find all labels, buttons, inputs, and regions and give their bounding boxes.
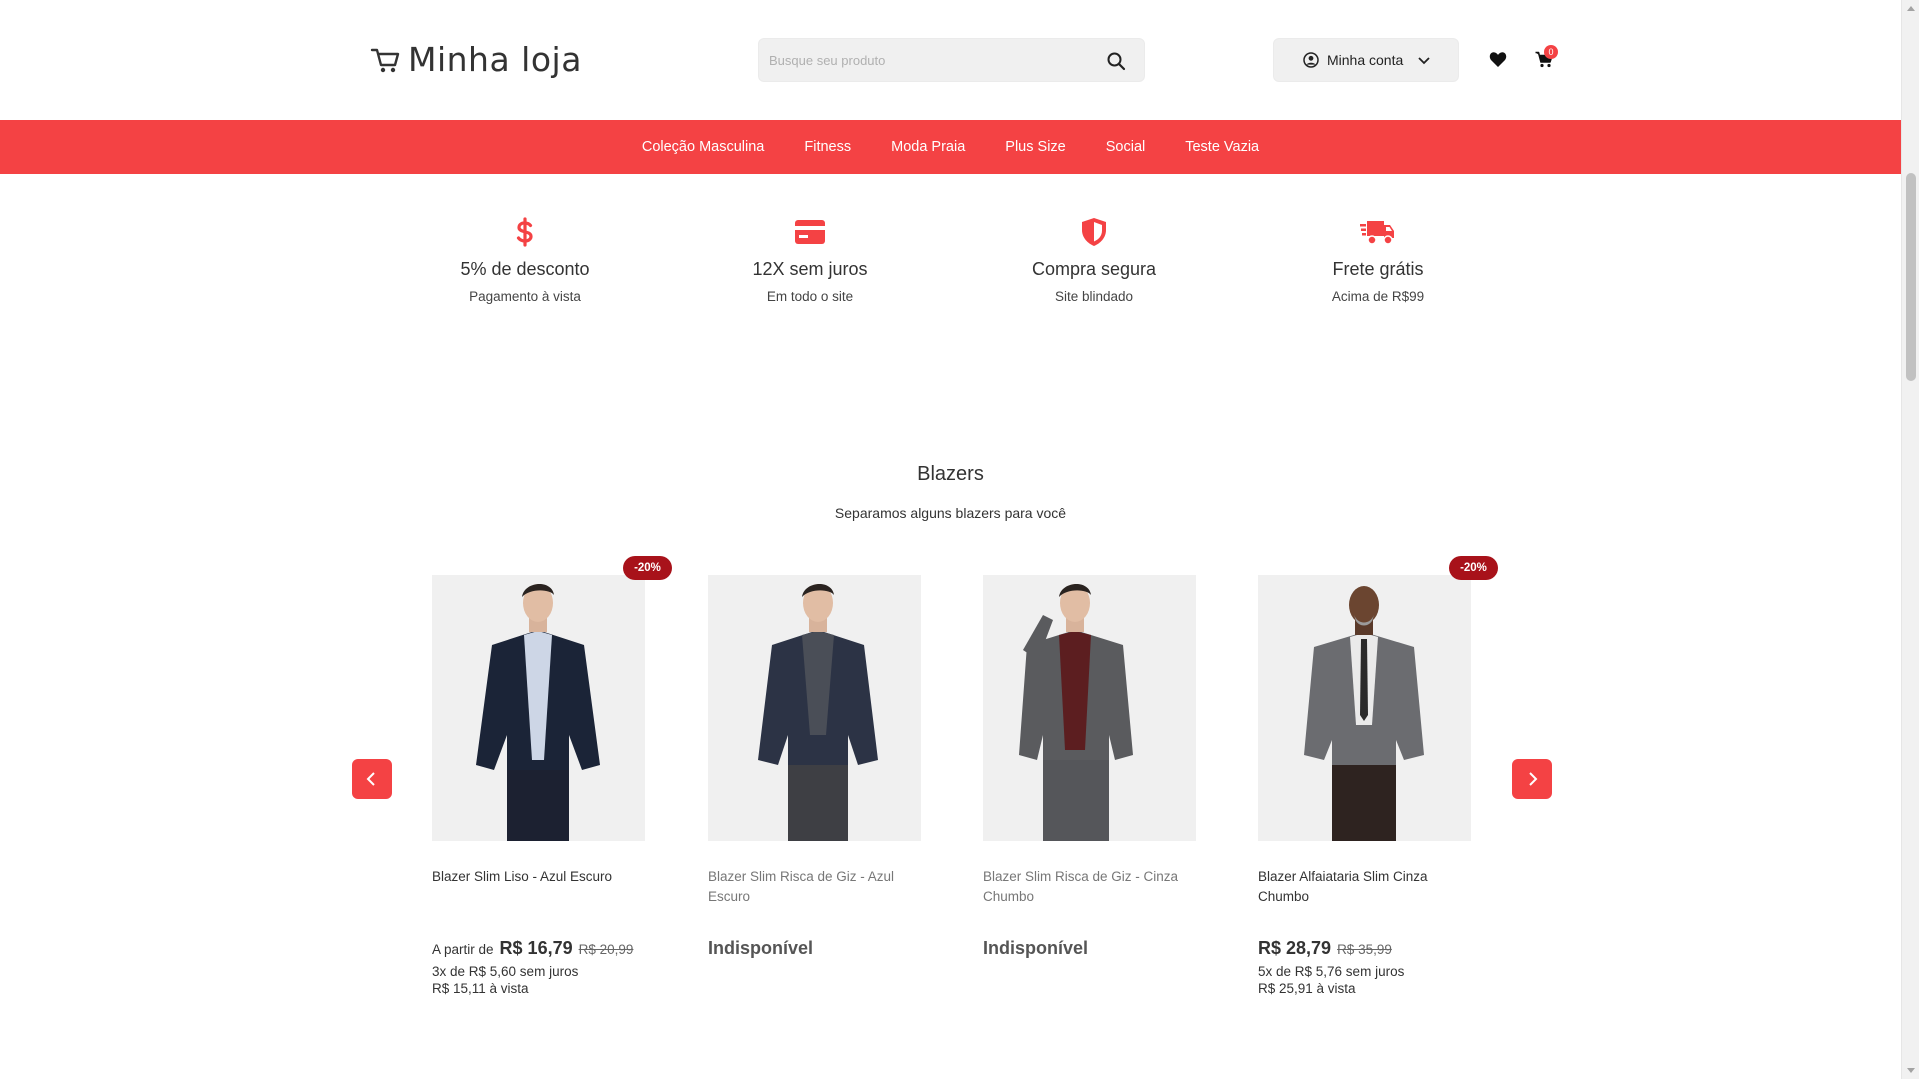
benefit-secure: Compra segura Site blindado bbox=[974, 215, 1214, 304]
unavailable-label: Indisponível bbox=[983, 938, 1089, 958]
nav-item-social[interactable]: Social bbox=[1086, 139, 1166, 155]
installments-text: 3x de R$ 5,60 sem juros bbox=[432, 964, 579, 979]
product-name[interactable]: Blazer Slim Risca de Giz - Azul Escuro bbox=[708, 867, 913, 927]
scroll-up-arrow[interactable] bbox=[1907, 6, 1915, 11]
account-label: Minha conta bbox=[1327, 52, 1404, 68]
price-line: R$ 28,79 R$ 35,99 bbox=[1258, 938, 1488, 959]
section-subtitle: Separamos alguns blazers para você bbox=[834, 505, 1067, 521]
logo-text: Minha loja bbox=[408, 40, 582, 79]
product-image[interactable] bbox=[708, 575, 921, 841]
account-dropdown[interactable]: Minha conta bbox=[1273, 38, 1459, 82]
nav-item-fitness[interactable]: Fitness bbox=[784, 139, 871, 155]
benefit-subtitle: Em todo o site bbox=[766, 289, 854, 304]
benefit-title: 12X sem juros bbox=[752, 259, 868, 279]
product-old-price: R$ 20,99 bbox=[578, 942, 634, 957]
truck-icon bbox=[1360, 221, 1394, 245]
product-card[interactable]: Blazer Slim Risca de Giz - Azul Escuro I… bbox=[708, 575, 938, 959]
product-price: R$ 28,79 bbox=[1258, 938, 1332, 958]
product-card[interactable]: -20% Blazer Alfaiataria Slim Cinza Chumb… bbox=[1258, 556, 1498, 997]
search-input[interactable] bbox=[769, 39, 1089, 81]
chevron-right-icon bbox=[1529, 772, 1538, 786]
nav-item-moda-praia[interactable]: Moda Praia bbox=[871, 139, 985, 155]
category-nav: Coleção Masculina Fitness Moda Praia Plu… bbox=[0, 120, 1901, 174]
discount-badge: -20% bbox=[623, 556, 672, 580]
product-photo bbox=[432, 575, 645, 841]
search-icon[interactable] bbox=[1106, 51, 1126, 71]
chevron-left-icon bbox=[366, 772, 375, 786]
nav-item-colecao-masculina[interactable]: Coleção Masculina bbox=[622, 139, 785, 155]
product-old-price: R$ 35,99 bbox=[1337, 942, 1392, 957]
product-photo bbox=[708, 575, 921, 841]
shield-icon bbox=[1082, 218, 1106, 246]
installments-text: 5x de R$ 5,76 sem juros bbox=[1258, 964, 1405, 979]
product-card[interactable]: -20% Blazer Slim Liso - Azul Escuro A pa… bbox=[432, 556, 672, 997]
product-image[interactable] bbox=[983, 575, 1196, 841]
product-name[interactable]: Blazer Slim Liso - Azul Escuro bbox=[432, 867, 637, 927]
cash-price-text: R$ 25,91 à vista bbox=[1258, 981, 1356, 996]
product-name[interactable]: Blazer Slim Risca de Giz - Cinza Chumbo bbox=[983, 867, 1188, 927]
benefit-discount: 5% de desconto Pagamento à vista bbox=[405, 215, 645, 304]
search-box bbox=[758, 38, 1145, 82]
product-photo bbox=[983, 575, 1196, 841]
store-logo[interactable]: Minha loja bbox=[370, 40, 582, 79]
carousel-prev-button[interactable] bbox=[352, 759, 392, 799]
benefit-installments: 12X sem juros Em todo o site bbox=[690, 215, 930, 304]
price-prefix: A partir de bbox=[432, 942, 494, 957]
carousel-next-button[interactable] bbox=[1512, 759, 1552, 799]
benefit-shipping: Frete grátis Acima de R$99 bbox=[1258, 215, 1498, 304]
product-card[interactable]: Blazer Slim Risca de Giz - Cinza Chumbo … bbox=[983, 575, 1213, 959]
price-line: A partir de R$ 16,79 R$ 20,99 bbox=[432, 938, 662, 959]
cart-logo-icon bbox=[370, 48, 400, 72]
user-circle-icon bbox=[1303, 52, 1319, 68]
product-photo bbox=[1258, 575, 1471, 841]
site-header: Minha loja Minha conta 0 bbox=[0, 0, 1901, 120]
unavailable-label: Indisponível bbox=[708, 938, 814, 958]
nav-item-teste-vazia[interactable]: Teste Vazia bbox=[1165, 139, 1279, 155]
cash-price-text: R$ 15,11 à vista bbox=[432, 981, 529, 996]
benefit-title: Compra segura bbox=[1031, 259, 1157, 279]
chevron-down-icon bbox=[1418, 57, 1430, 65]
discount-badge: -20% bbox=[1449, 556, 1498, 580]
credit-card-icon bbox=[795, 220, 825, 244]
benefit-subtitle: Acima de R$99 bbox=[1331, 289, 1425, 304]
benefit-title: 5% de desconto bbox=[460, 259, 590, 279]
benefit-subtitle: Pagamento à vista bbox=[469, 289, 581, 304]
heart-icon[interactable] bbox=[1489, 51, 1507, 68]
product-price: R$ 16,79 bbox=[499, 938, 573, 958]
cart-count-badge: 0 bbox=[1544, 45, 1558, 59]
page-scrollbar[interactable] bbox=[1901, 0, 1919, 1079]
benefit-title: Frete grátis bbox=[1332, 259, 1424, 279]
scroll-down-arrow[interactable] bbox=[1907, 1068, 1915, 1073]
product-image[interactable] bbox=[432, 575, 645, 841]
nav-item-plus-size[interactable]: Plus Size bbox=[985, 139, 1085, 155]
product-name[interactable]: Blazer Alfaiataria Slim Cinza Chumbo bbox=[1258, 867, 1463, 927]
product-image[interactable] bbox=[1258, 575, 1471, 841]
dollar-icon bbox=[516, 217, 533, 247]
scrollbar-thumb[interactable] bbox=[1906, 173, 1916, 381]
benefit-subtitle: Site blindado bbox=[1054, 289, 1134, 304]
section-title: Blazers bbox=[917, 463, 984, 485]
